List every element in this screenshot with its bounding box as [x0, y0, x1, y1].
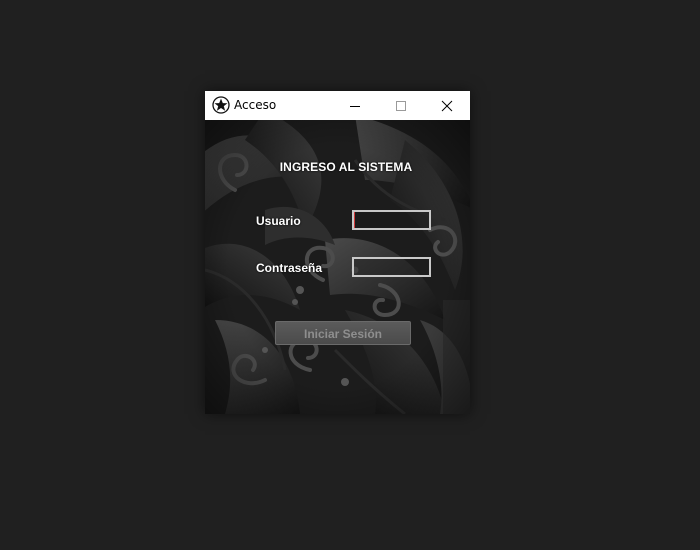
close-icon	[441, 100, 453, 111]
form-heading: INGRESO AL SISTEMA	[279, 160, 413, 174]
password-input[interactable]	[352, 257, 431, 277]
username-input[interactable]	[352, 210, 431, 230]
password-label: Contraseña	[256, 261, 323, 275]
minimize-button[interactable]	[332, 91, 378, 120]
maximize-button[interactable]	[378, 91, 424, 120]
maximize-icon	[396, 100, 406, 111]
desktop: Acceso INGRESO AL SISTEMA Usuario Contra…	[0, 0, 700, 550]
window-title: Acceso	[234, 98, 277, 112]
login-panel: INGRESO AL SISTEMA Usuario Contraseña In…	[205, 120, 470, 414]
login-button[interactable]: Iniciar Sesión	[275, 321, 411, 345]
title-bar[interactable]: Acceso	[205, 91, 470, 120]
username-label: Usuario	[256, 214, 301, 228]
text-caret	[354, 212, 355, 228]
star-badge-icon	[212, 96, 230, 114]
close-button[interactable]	[424, 91, 470, 120]
login-window: Acceso INGRESO AL SISTEMA Usuario Contra…	[205, 91, 470, 414]
minimize-icon	[350, 105, 360, 107]
